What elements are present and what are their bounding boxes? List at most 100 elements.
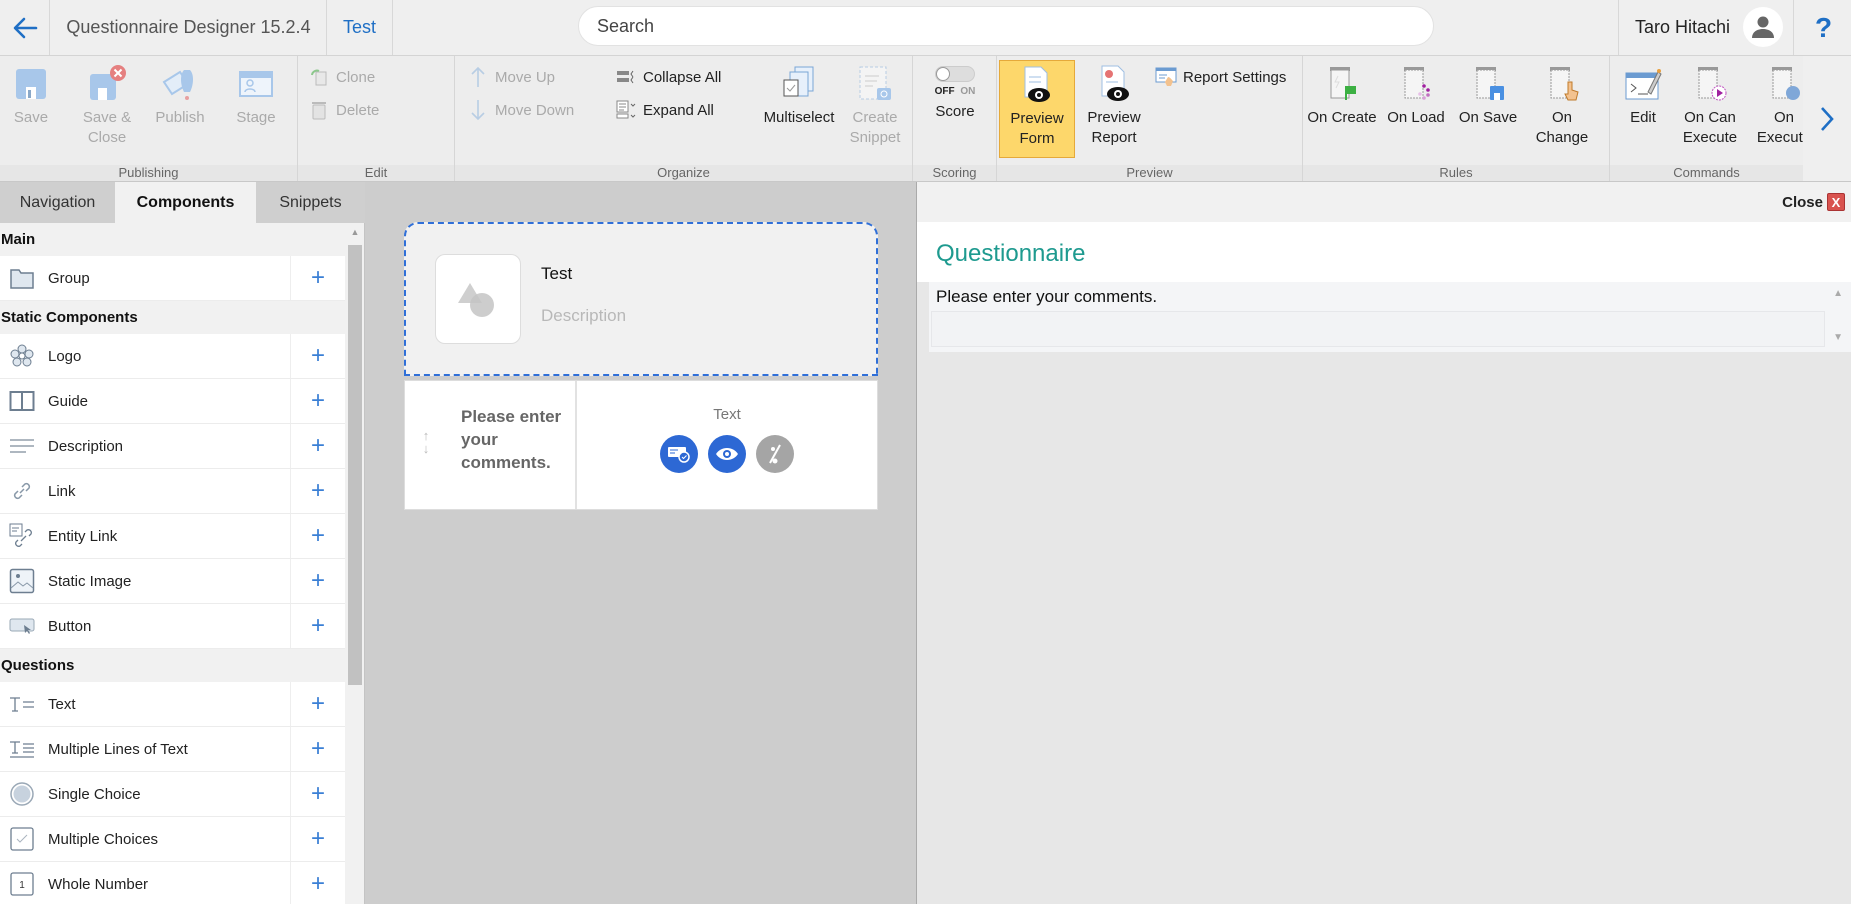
tab-snippets[interactable]: Snippets (256, 182, 365, 223)
save-close-button[interactable]: Save & Close (74, 62, 140, 148)
visibility-icon[interactable] (708, 435, 746, 473)
svg-text:1: 1 (19, 880, 25, 891)
on-change-button[interactable]: On Change (1529, 62, 1595, 148)
tab-test[interactable]: Test (327, 0, 393, 55)
ribbon-group-publishing: Save Save & Close Publish Stage Publishi… (0, 56, 298, 181)
add-button[interactable]: + (290, 256, 345, 300)
questionnaire-header-card[interactable]: Test Description (404, 222, 878, 376)
preview-answer-input[interactable] (931, 311, 1825, 347)
publish-button[interactable]: Publish (152, 62, 208, 128)
toggle-switch[interactable] (935, 66, 975, 82)
add-button[interactable]: + (290, 469, 345, 513)
on-can-execute-button[interactable]: On Can Execute (1676, 62, 1744, 148)
back-button[interactable] (0, 0, 50, 55)
component-item-button[interactable]: Button + (0, 604, 345, 649)
component-item-group[interactable]: Group + (0, 256, 345, 301)
user-icon (1752, 16, 1774, 38)
add-button[interactable]: + (290, 682, 345, 726)
avatar[interactable] (1743, 7, 1783, 47)
image-placeholder-icon (458, 283, 494, 317)
ribbon-scroll-right-button[interactable] (1803, 56, 1851, 181)
search-input[interactable] (578, 6, 1434, 46)
clone-icon (308, 66, 330, 88)
move-down-button[interactable]: Move Down (467, 99, 574, 121)
question-text-cell: ↑ ↓ Please enter your comments. (405, 381, 577, 509)
panel-tabs: Navigation Components Snippets (0, 182, 365, 223)
preview-report-button[interactable]: Preview Report (1081, 62, 1147, 148)
component-item-guide[interactable]: Guide + (0, 379, 345, 424)
move-up-button[interactable]: Move Up (467, 66, 555, 88)
required-icon[interactable] (660, 435, 698, 473)
component-item-multiline-text[interactable]: Multiple Lines of Text + (0, 727, 345, 772)
delete-button[interactable]: Delete (308, 99, 379, 121)
top-bar: Questionnaire Designer 15.2.4 Test Taro … (0, 0, 1851, 56)
section-header: Main (0, 223, 345, 256)
collapse-all-button[interactable]: Collapse All (615, 66, 721, 88)
edit-command-button[interactable]: Edit (1618, 62, 1668, 128)
component-item-static-image[interactable]: Static Image + (0, 559, 345, 604)
questionnaire-description[interactable]: Description (541, 306, 626, 326)
add-button[interactable]: + (290, 604, 345, 648)
ribbon-group-label: Rules (1303, 165, 1609, 181)
ribbon-group-label: Organize (455, 165, 912, 181)
questionnaire-title[interactable]: Test (541, 264, 572, 284)
user-menu[interactable]: Taro Hitachi (1618, 0, 1794, 55)
add-button[interactable]: + (290, 514, 345, 558)
ribbon-group-preview: Preview Form Preview Report Report Setti… (997, 56, 1303, 181)
component-item-link[interactable]: Link + (0, 469, 345, 514)
on-save-button[interactable]: On Save (1455, 62, 1521, 128)
save-button[interactable]: Save (8, 62, 54, 128)
help-button[interactable]: ? (1796, 0, 1851, 55)
ribbon-group-label: Edit (298, 165, 454, 181)
component-item-description[interactable]: Description + (0, 424, 345, 469)
stage-icon (234, 62, 278, 106)
add-button[interactable]: + (290, 817, 345, 861)
question-property-icons (577, 435, 877, 473)
preview-title-area: Questionnaire (917, 222, 1851, 282)
expand-all-button[interactable]: Expand All (615, 99, 714, 121)
component-list: Main Group + Static Components Logo + Gu… (0, 223, 345, 904)
close-preview-button[interactable]: Close X (1782, 193, 1845, 211)
on-load-button[interactable]: On Load (1383, 62, 1449, 128)
component-item-entity-link[interactable]: Entity Link + (0, 514, 345, 559)
component-item-logo[interactable]: Logo + (0, 334, 345, 379)
scrollbar-thumb[interactable] (348, 245, 362, 685)
on-save-icon (1466, 62, 1510, 106)
scroll-up-arrow[interactable]: ▲ (346, 223, 364, 241)
scroll-up-arrow[interactable]: ▲ (1833, 288, 1843, 299)
question-type-cell: Text (577, 381, 877, 509)
guide-icon (9, 388, 35, 414)
stage-button[interactable]: Stage (228, 62, 284, 128)
chevron-right-icon (1821, 106, 1834, 131)
question-text: Please enter your comments. (461, 407, 562, 472)
tab-navigation[interactable]: Navigation (0, 182, 115, 223)
toggle-labels: OFF ON (934, 86, 976, 97)
component-item-whole-number[interactable]: 1 Whole Number + (0, 862, 345, 904)
component-item-text[interactable]: Text + (0, 682, 345, 727)
clone-button[interactable]: Clone (308, 66, 375, 88)
tab-components[interactable]: Components (115, 182, 256, 223)
component-item-multiple-choices[interactable]: Multiple Choices + (0, 817, 345, 862)
scroll-down-arrow[interactable]: ▼ (1833, 332, 1843, 343)
add-button[interactable]: + (290, 727, 345, 771)
multiselect-button[interactable]: Multiselect (759, 62, 839, 128)
no-score-icon[interactable] (756, 435, 794, 473)
report-settings-button[interactable]: Report Settings (1155, 66, 1286, 88)
add-button[interactable]: + (290, 334, 345, 378)
entity-link-icon (9, 523, 35, 549)
logo-placeholder[interactable] (435, 254, 521, 344)
create-snippet-button[interactable]: Create Snippet (845, 62, 905, 148)
component-item-single-choice[interactable]: Single Choice + (0, 772, 345, 817)
add-button[interactable]: + (290, 772, 345, 816)
question-row[interactable]: ↑ ↓ Please enter your comments. Text (404, 380, 878, 510)
preview-form-button[interactable]: Preview Form (999, 60, 1075, 158)
add-button[interactable]: + (290, 559, 345, 603)
score-toggle[interactable]: OFF ON Score (925, 66, 985, 122)
scrollbar[interactable]: ▲ (346, 223, 364, 904)
add-button[interactable]: + (290, 424, 345, 468)
add-button[interactable]: + (290, 379, 345, 423)
on-create-button[interactable]: On Create (1307, 62, 1377, 128)
reorder-handle-icon[interactable]: ↑ ↓ (419, 429, 433, 455)
add-button[interactable]: + (290, 862, 345, 904)
design-canvas: Test Description ↑ ↓ Please enter your co… (365, 182, 917, 904)
